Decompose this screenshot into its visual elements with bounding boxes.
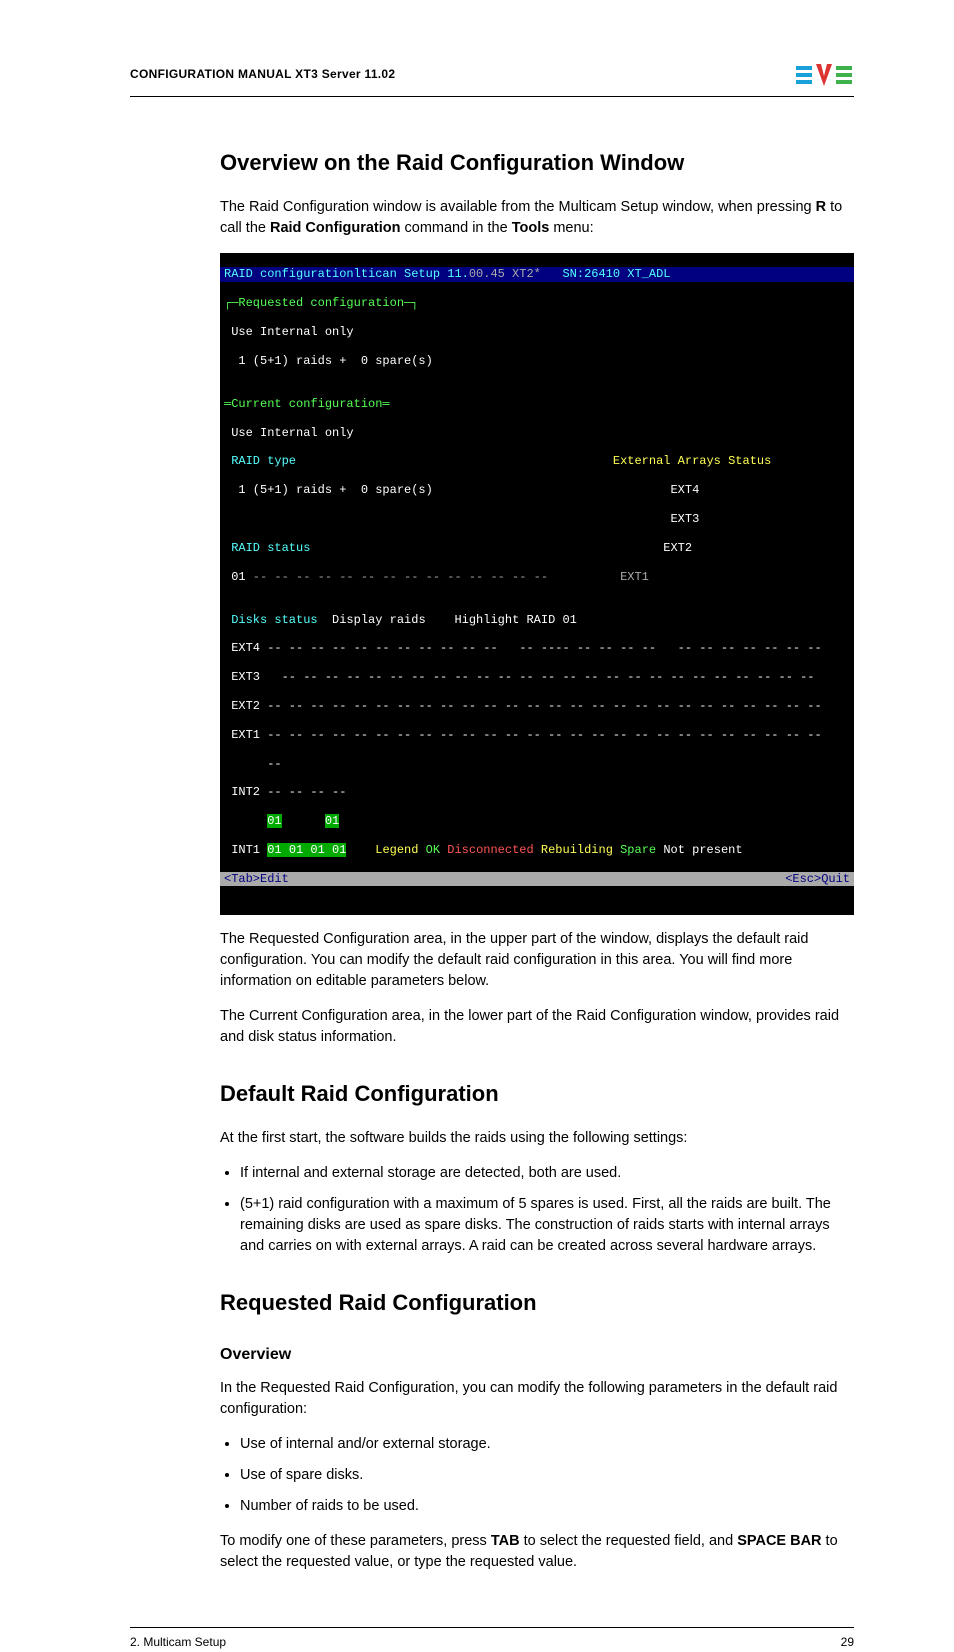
evs-logo [794,60,854,90]
def-para-1: At the first start, the software builds … [220,1128,854,1149]
page-header: CONFIGURATION MANUAL XT3 Server 11.02 [130,60,854,97]
req-para-2: To modify one of these parameters, press… [220,1531,854,1573]
list-item: If internal and external storage are det… [240,1163,854,1184]
footer-right: 29 [841,1634,854,1651]
heading-overview: Overview on the Raid Configuration Windo… [220,147,854,179]
list-item: Use of internal and/or external storage. [240,1434,854,1455]
heading-requested: Requested Raid Configuration [220,1287,854,1319]
intro-paragraph: The Raid Configuration window is availab… [220,197,854,239]
header-title: CONFIGURATION MANUAL XT3 Server 11.02 [130,66,395,83]
after-para-2: The Current Configuration area, in the l… [220,1006,854,1048]
list-item: Use of spare disks. [240,1465,854,1486]
default-list: If internal and external storage are det… [220,1163,854,1257]
after-para-1: The Requested Configuration area, in the… [220,929,854,992]
page-footer: 2. Multicam Setup 29 [130,1627,854,1651]
list-item: (5+1) raid configuration with a maximum … [240,1194,854,1257]
requested-list: Use of internal and/or external storage.… [220,1434,854,1517]
list-item: Number of raids to be used. [240,1496,854,1517]
raid-config-screenshot: RAID configurationltican Setup 11.00.45 … [220,253,854,915]
footer-left: 2. Multicam Setup [130,1634,226,1651]
subheading-overview: Overview [220,1343,854,1366]
page-content: Overview on the Raid Configuration Windo… [220,147,854,1587]
req-para-1: In the Requested Raid Configuration, you… [220,1378,854,1420]
heading-default: Default Raid Configuration [220,1078,854,1110]
